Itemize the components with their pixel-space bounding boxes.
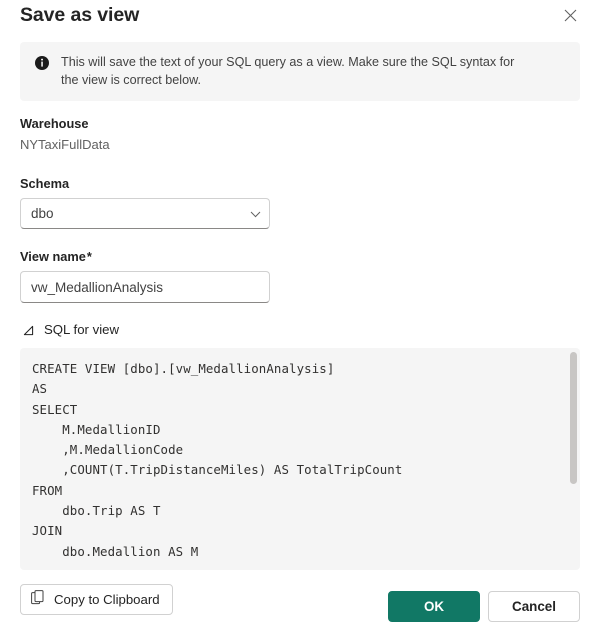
info-icon — [34, 55, 50, 71]
info-banner: This will save the text of your SQL quer… — [20, 42, 580, 101]
warehouse-label: Warehouse — [20, 116, 89, 131]
warehouse-field: Warehouse NYTaxiFullData — [20, 115, 580, 154]
view-name-label-text: View name — [20, 249, 86, 264]
sql-code-text: CREATE VIEW [dbo].[vw_MedallionAnalysis]… — [32, 361, 403, 559]
ok-button[interactable]: OK — [388, 591, 480, 622]
save-as-view-dialog: Save as view This will save the text of … — [0, 0, 600, 633]
view-name-input-wrapper — [20, 271, 270, 303]
dialog-footer: OK Cancel — [20, 591, 580, 622]
sql-section-toggle[interactable]: SQL for view — [20, 321, 580, 339]
sql-for-view-section: SQL for view CREATE VIEW [dbo].[vw_Medal… — [20, 321, 580, 570]
view-name-label: View name* — [20, 248, 580, 265]
schema-label: Schema — [20, 176, 70, 191]
sql-code-block[interactable]: CREATE VIEW [dbo].[vw_MedallionAnalysis]… — [20, 348, 580, 570]
warehouse-value: NYTaxiFullData — [20, 137, 110, 152]
schema-dropdown[interactable] — [20, 198, 270, 229]
page-title: Save as view — [20, 4, 140, 26]
view-name-field: View name* — [20, 248, 580, 303]
info-banner-text: This will save the text of your SQL quer… — [61, 55, 515, 87]
sql-scrollbar[interactable] — [567, 348, 580, 570]
sql-section-label: SQL for view — [44, 322, 119, 337]
close-button[interactable] — [556, 1, 584, 29]
sql-scrollbar-thumb[interactable] — [570, 352, 577, 484]
view-name-input[interactable] — [20, 271, 270, 303]
schema-select-input[interactable] — [20, 198, 270, 229]
dialog-header: Save as view — [20, 0, 580, 34]
required-marker: * — [86, 249, 92, 264]
cancel-button[interactable]: Cancel — [488, 591, 580, 622]
close-icon — [564, 9, 577, 22]
schema-field: Schema — [20, 175, 580, 229]
triangle-expanded-icon — [22, 324, 35, 337]
